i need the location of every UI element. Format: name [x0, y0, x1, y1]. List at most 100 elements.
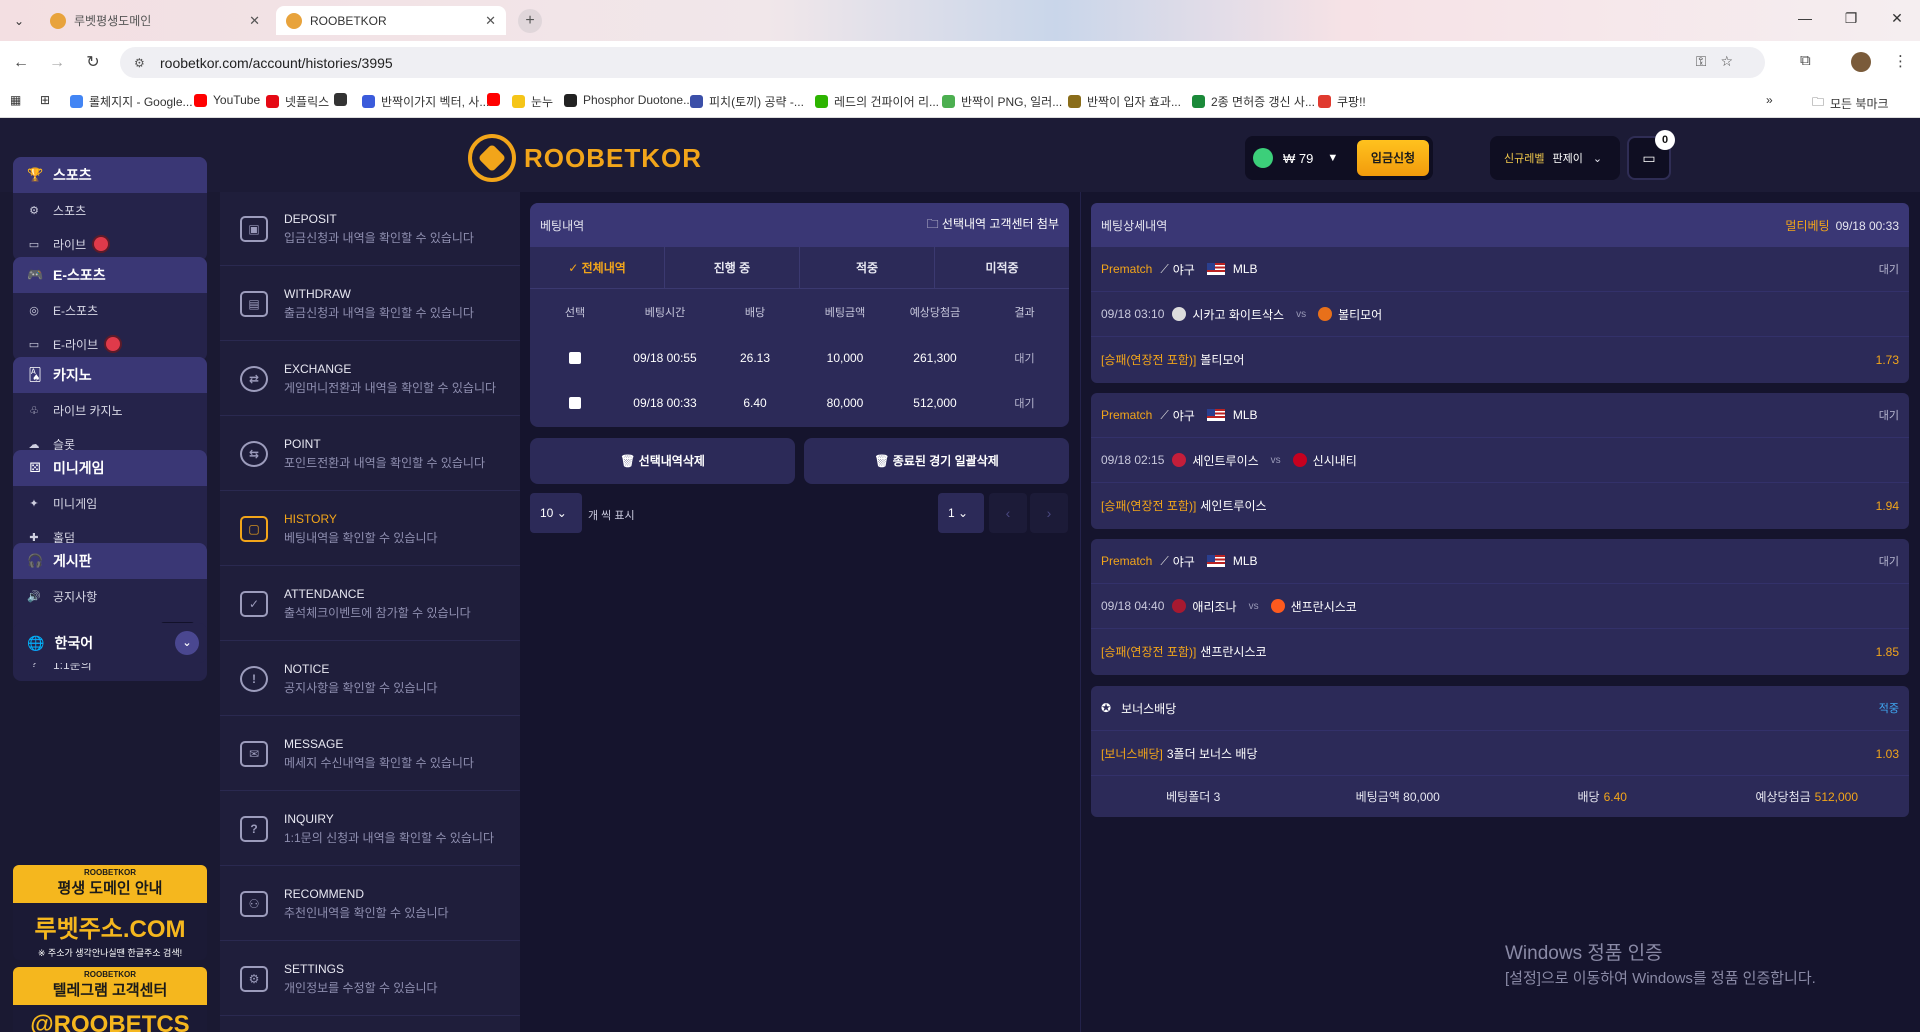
bet-tab-2[interactable]: 진행 중	[665, 247, 800, 288]
account-menu-text: EXCHANGE 게임머니전환과 내역을 확인할 수 있습니다	[284, 362, 496, 396]
close-tab-icon[interactable]: ✕	[485, 13, 496, 29]
chevron-down-icon[interactable]: ⌄	[175, 631, 199, 655]
bet-row[interactable]: 09/18 00:33 6.40 80,000 512,000 대기	[530, 380, 1069, 425]
apps-icon[interactable]: ▦	[10, 93, 21, 107]
game-pick-row: [승패(연장전 포함)] 샌프란시스코 1.85	[1091, 629, 1909, 674]
deposit-request-button[interactable]: 입금신청	[1357, 140, 1429, 176]
account-menu-item-attendance[interactable]: ✓ ATTENDANCE 출석체크이벤트에 참가할 수 있습니다	[220, 567, 520, 641]
more-bookmarks-icon[interactable]: »	[1766, 93, 1773, 107]
new-tab-button[interactable]: +	[518, 9, 542, 33]
profile-avatar[interactable]	[1851, 52, 1871, 72]
grid-icon[interactable]: ⊞	[40, 93, 50, 107]
account-menu-item-settings[interactable]: ⚙ SETTINGS 개인정보를 수정할 수 있습니다	[220, 942, 520, 1016]
next-page-icon[interactable]: ›	[1030, 493, 1068, 533]
sidebar-item[interactable]: ▭ 라이브	[13, 227, 207, 261]
sidebar-group-header[interactable]: 🎧 게시판	[13, 543, 207, 579]
bookmark-item[interactable]	[487, 93, 506, 106]
star-icon[interactable]: ☆	[1720, 53, 1747, 69]
user-level-dropdown[interactable]: 신규레벨 판제이 ⌄	[1490, 136, 1620, 180]
url-field[interactable]: ⚙ roobetkor.com/account/histories/3995 ⚿…	[120, 47, 1765, 78]
account-menu-item-message[interactable]: ✉ MESSAGE 메세지 수신내역을 확인할 수 있습니다	[220, 717, 520, 791]
domain-banner[interactable]: ROOBETKOR 평생 도메인 안내 루벳주소.COM ※ 주소가 생각안나실…	[13, 865, 207, 960]
sidebar-group-title: 스포츠	[53, 167, 92, 183]
close-tab-icon[interactable]: ✕	[249, 13, 260, 29]
bookmark-item[interactable]: 눈누	[512, 93, 553, 110]
balance-dropdown-icon[interactable]: ▼	[1327, 152, 1338, 164]
account-menu-item-exchange[interactable]: ⇄ EXCHANGE 게임머니전환과 내역을 확인할 수 있습니다	[220, 342, 520, 416]
bookmark-item[interactable]: 쿠팡!!	[1318, 93, 1366, 110]
account-menu-item-notice[interactable]: ! NOTICE 공지사항을 확인할 수 있습니다	[220, 642, 520, 716]
bet-time: 09/18 00:55	[633, 350, 697, 365]
sidebar-item[interactable]: ✦ 미니게임	[13, 486, 207, 520]
sidebar-group-header[interactable]: ⚄ 미니게임	[13, 450, 207, 486]
bookmark-item[interactable]: 넷플릭스	[266, 93, 329, 110]
sidebar-item[interactable]: ⚙ 스포츠	[13, 193, 207, 227]
account-menu-item-inquiry[interactable]: ? INQUIRY 1:1문의 신청과 내역을 확인할 수 있습니다	[220, 792, 520, 866]
account-menu-item-recommend[interactable]: ⚇ RECOMMEND 추천인내역을 확인할 수 있습니다	[220, 867, 520, 941]
forward-icon[interactable]: →	[46, 52, 68, 74]
bookmark-item[interactable]: 레드의 건파이어 리...	[815, 93, 939, 110]
account-menu-title: HISTORY	[284, 511, 337, 526]
account-menu-item-deposit[interactable]: ▣ DEPOSIT 입금신청과 내역을 확인할 수 있습니다	[220, 192, 520, 266]
minimize-icon[interactable]: —	[1790, 10, 1820, 26]
restore-icon[interactable]: ❐	[1836, 10, 1866, 27]
bet-tab-4[interactable]: 미적중	[935, 247, 1069, 288]
account-menu-item-withdraw[interactable]: ▤ WITHDRAW 출금신청과 내역을 확인할 수 있습니다	[220, 267, 520, 341]
extensions-icon[interactable]: ⧉	[1800, 52, 1811, 69]
all-bookmarks-folder[interactable]: 🗀 모든 북마크	[1812, 93, 1889, 114]
back-icon[interactable]: ←	[10, 52, 32, 74]
bet-select-checkbox[interactable]	[569, 352, 581, 365]
browser-tab-2[interactable]: ROOBETKOR ✕	[276, 6, 506, 35]
bookmark-item[interactable]: Phosphor Duotone...	[564, 93, 693, 107]
sidebar-item[interactable]: 🔊 공지사항	[13, 579, 207, 613]
delete-selected-button[interactable]: 🗑 선택내역삭제	[530, 438, 795, 484]
bet-row[interactable]: 09/18 00:55 26.13 10,000 261,300 대기	[530, 335, 1069, 380]
site-logo[interactable]: ROOBETKOR	[468, 134, 702, 182]
page-size-select[interactable]: 10 ⌄	[530, 493, 582, 533]
close-window-icon[interactable]: ✕	[1882, 10, 1912, 27]
account-menu-item-history[interactable]: ▢ HISTORY 베팅내역을 확인할 수 있습니다	[220, 492, 520, 566]
bookmark-item[interactable]: 반짝이 PNG, 일러...	[942, 93, 1062, 110]
page-select[interactable]: 1 ⌄	[938, 493, 984, 533]
attach-to-support-button[interactable]: 🗀 선택내역 고객센터 첨부	[927, 215, 1059, 236]
prev-page-icon[interactable]: ‹	[989, 493, 1027, 533]
sidebar-group-header[interactable]: 🎮 E-스포츠	[13, 257, 207, 293]
bookmark-item[interactable]: 2종 면허증 갱신 사...	[1192, 93, 1315, 110]
bookmark-item[interactable]: 반짝이 입자 효과...	[1068, 93, 1181, 110]
bet-select-checkbox[interactable]	[569, 397, 581, 410]
bookmark-item[interactable]: 롤체지지 - Google...	[70, 93, 193, 110]
reload-icon[interactable]: ↻	[82, 52, 104, 74]
sidebar-group-1: 🏆 스포츠 ⚙ 스포츠 ▭ 라이브	[13, 157, 207, 261]
bookmark-item[interactable]: YouTube	[194, 93, 260, 107]
sidebar-group-header[interactable]: 🂡 카지노	[13, 357, 207, 393]
account-menu-desc: 1:1문의 신청과 내역을 확인할 수 있습니다	[284, 830, 494, 845]
key-icon[interactable]: ⚿	[1696, 53, 1721, 69]
bookmark-label: YouTube	[213, 93, 261, 107]
bookmark-favicon-icon	[1068, 95, 1081, 108]
language-selector[interactable]: 🌐 한국어 ⌄	[13, 623, 207, 663]
sidebar-group-header[interactable]: 🏆 스포츠	[13, 157, 207, 193]
chat-button[interactable]: ▭ 0	[1627, 130, 1675, 180]
bet-table-header: 선택 베팅시간 배당 베팅금액 예상당첨금 결과	[530, 289, 1069, 335]
logo-text: ROOBETKOR	[524, 142, 702, 173]
account-menu-item-point[interactable]: ⇆ POINT 포인트전환과 내역을 확인할 수 있습니다	[220, 417, 520, 491]
browser-tab-1[interactable]: 루벳평생도메인 ✕	[40, 6, 270, 35]
sidebar-item[interactable]: ◎ E-스포츠	[13, 293, 207, 327]
bet-tab-3[interactable]: 적중	[800, 247, 935, 288]
bookmark-item[interactable]: 피치(토끼) 공략 -...	[690, 93, 804, 110]
sidebar-item[interactable]: ▭ E-라이브	[13, 327, 207, 361]
account-menu-title: EXCHANGE	[284, 361, 352, 376]
bet-tab-1[interactable]: ✓ 전체내역	[530, 247, 665, 288]
bookmark-item[interactable]: 반짝이가지 벡터, 사...	[362, 93, 489, 110]
delete-finished-button[interactable]: 🗑 종료된 경기 일괄삭제	[804, 438, 1069, 484]
game-time: 09/18 04:40	[1101, 599, 1165, 613]
site-info-icon[interactable]: ⚙	[134, 56, 148, 70]
menu-kebab-icon[interactable]: ⋮	[1893, 52, 1908, 70]
bookmark-item[interactable]	[334, 93, 353, 106]
sidebar-item[interactable]: ♧ 라이브 카지노	[13, 393, 207, 427]
tab-search-button[interactable]: ⌄	[8, 10, 30, 32]
telegram-banner[interactable]: ROOBETKOR 텔레그램 고객센터 @ROOBETCS	[13, 967, 207, 1032]
versus-label: vs	[1296, 308, 1307, 320]
banner-note: ※ 주소가 생각안나실땐 한글주소 검색!	[37, 948, 183, 958]
game-league: MLB	[1232, 408, 1258, 422]
